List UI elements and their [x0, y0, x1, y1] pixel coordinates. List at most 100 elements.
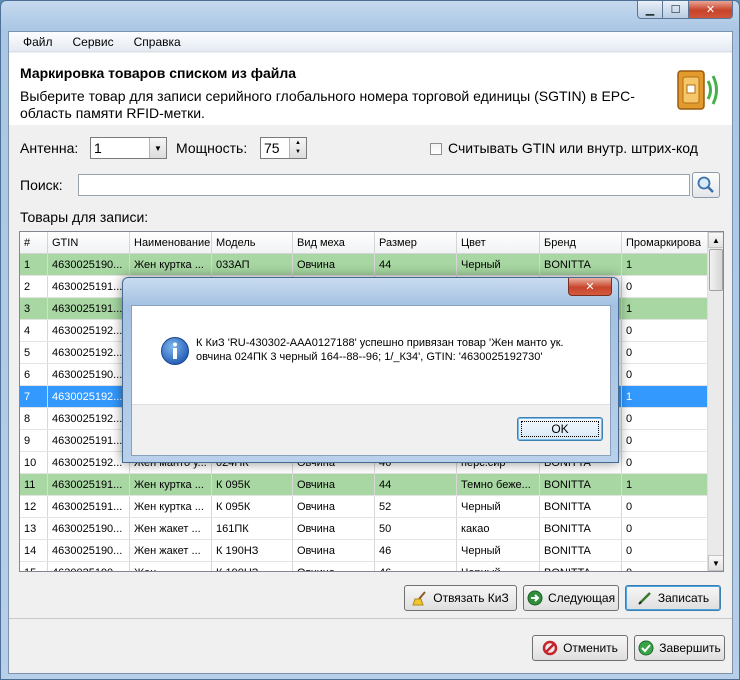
table-cell: 0	[622, 562, 708, 571]
grid-header: # GTIN Наименование Модель Вид меха Разм…	[20, 232, 708, 254]
table-cell: 4630025191...	[48, 496, 130, 517]
cancel-icon	[542, 640, 558, 656]
next-button[interactable]: Следующая	[523, 585, 619, 611]
table-cell: 1	[622, 254, 708, 275]
write-label: Записать	[657, 591, 710, 605]
menu-service[interactable]: Сервис	[63, 35, 124, 49]
table-cell: Черный	[457, 540, 540, 561]
scroll-up-icon[interactable]: ▲	[708, 232, 723, 248]
table-row[interactable]: 13 4630025190... Жен жакет ... 161ПК Овчина 5…	[20, 518, 708, 540]
col-marked[interactable]: Промаркирова	[622, 232, 708, 254]
antenna-select[interactable]: 1 ▼	[90, 137, 167, 159]
rfid-tag-icon	[677, 70, 718, 110]
table-cell: 0	[622, 452, 708, 473]
table-cell: BONITTA	[540, 540, 622, 561]
gtin-checkbox[interactable]	[430, 143, 442, 155]
table-cell: какао	[457, 518, 540, 539]
table-cell: 0	[622, 408, 708, 429]
chevron-down-icon[interactable]: ▼	[149, 138, 166, 158]
table-cell: 46	[375, 562, 457, 571]
table-cell: К 190НЗ	[212, 540, 293, 561]
table-row[interactable]: 12 4630025191... Жен куртка ... К 095К Овчин…	[20, 496, 708, 518]
col-fur-type[interactable]: Вид меха	[293, 232, 375, 254]
table-cell: 033АП	[212, 254, 293, 275]
ok-button[interactable]: OK	[517, 417, 603, 441]
table-row[interactable]: 1 4630025190... Жен куртка ... 033АП Овчина 4…	[20, 254, 708, 276]
table-cell: 8	[20, 408, 48, 429]
table-cell: Темно беже...	[457, 474, 540, 495]
scroll-thumb[interactable]	[709, 249, 723, 291]
table-cell: 1	[622, 474, 708, 495]
table-cell: 9	[20, 430, 48, 451]
power-stepper[interactable]: 75 ▲ ▼	[260, 137, 307, 159]
table-cell: 4	[20, 320, 48, 341]
table-cell: Овчина	[293, 562, 375, 571]
grid-scrollbar[interactable]: ▲ ▼	[707, 232, 723, 571]
table-row[interactable]: 154630025190...Жен ...К 190НЗОвчина46Чер…	[20, 562, 708, 571]
table-cell: BONITTA	[540, 254, 622, 275]
col-brand[interactable]: Бренд	[540, 232, 622, 254]
table-cell: 0	[622, 342, 708, 363]
search-button[interactable]	[692, 172, 720, 198]
search-label: Поиск:	[20, 177, 63, 193]
table-cell: 13	[20, 518, 48, 539]
close-button[interactable]: ✕	[689, 1, 733, 19]
table-cell: 50	[375, 518, 457, 539]
page-title: Маркировка товаров списком из файла	[20, 65, 297, 81]
table-cell: К 095К	[212, 496, 293, 517]
maximize-button[interactable]: ☐	[663, 1, 689, 19]
col-model[interactable]: Модель	[212, 232, 293, 254]
table-cell: Овчина	[293, 474, 375, 495]
table-cell: 4630025192...	[48, 452, 130, 473]
col-color[interactable]: Цвет	[457, 232, 540, 254]
scroll-down-icon[interactable]: ▼	[708, 555, 723, 571]
table-cell: Жен жакет ...	[130, 518, 212, 539]
table-cell: 1	[622, 298, 708, 319]
col-gtin[interactable]: GTIN	[48, 232, 130, 254]
table-cell: 161ПК	[212, 518, 293, 539]
broom-icon	[412, 591, 426, 606]
table-cell: 4630025190...	[48, 364, 130, 385]
write-button[interactable]: Записать	[625, 585, 721, 611]
col-size[interactable]: Размер	[375, 232, 457, 254]
table-cell: 0	[622, 496, 708, 517]
table-cell: 0	[622, 540, 708, 561]
power-label: Мощность:	[176, 140, 248, 156]
table-cell: Жен ...	[130, 562, 212, 571]
antenna-value: 1	[94, 140, 102, 156]
menu-bar: Файл Сервис Справка	[9, 32, 732, 52]
table-cell: Овчина	[293, 496, 375, 517]
table-row[interactable]: 14 4630025190... Жен жакет ... К 190НЗ Овчин…	[20, 540, 708, 562]
table-cell: 4630025192...	[48, 320, 130, 341]
unbind-kiz-button[interactable]: Отвязать КиЗ	[404, 585, 517, 611]
col-number[interactable]: #	[20, 232, 48, 254]
power-value: 75	[264, 140, 280, 156]
table-cell: 4630025190...	[48, 562, 130, 571]
table-cell: 0	[622, 518, 708, 539]
search-input[interactable]	[78, 174, 690, 196]
header-panel: Маркировка товаров списком из файла Выбе…	[9, 53, 732, 125]
table-cell: 1	[622, 386, 708, 407]
table-cell: Черный	[457, 254, 540, 275]
cancel-button[interactable]: Отменить	[532, 635, 628, 661]
dialog-close-button[interactable]: ✕	[568, 278, 612, 296]
finish-button[interactable]: Завершить	[634, 635, 725, 661]
col-name[interactable]: Наименование	[130, 232, 212, 254]
divider	[9, 618, 732, 619]
table-cell: 4630025191...	[48, 298, 130, 319]
table-row[interactable]: 11 4630025191... Жен куртка ... К 095К Овчин…	[20, 474, 708, 496]
menu-file[interactable]: Файл	[13, 35, 63, 49]
table-cell: 4630025192...	[48, 342, 130, 363]
minimize-button[interactable]: ▁	[637, 1, 663, 19]
table-cell: Овчина	[293, 254, 375, 275]
menu-help[interactable]: Справка	[124, 35, 191, 49]
arrow-right-icon	[527, 590, 543, 606]
spin-arrows-icon[interactable]: ▲ ▼	[289, 138, 306, 158]
table-cell: 44	[375, 254, 457, 275]
table-cell: BONITTA	[540, 496, 622, 517]
table-cell: Овчина	[293, 518, 375, 539]
window-controls: ▁ ☐ ✕	[637, 1, 733, 19]
focus-ring	[521, 421, 599, 437]
table-cell: Жен куртка ...	[130, 474, 212, 495]
table-cell: Жен жакет ...	[130, 540, 212, 561]
